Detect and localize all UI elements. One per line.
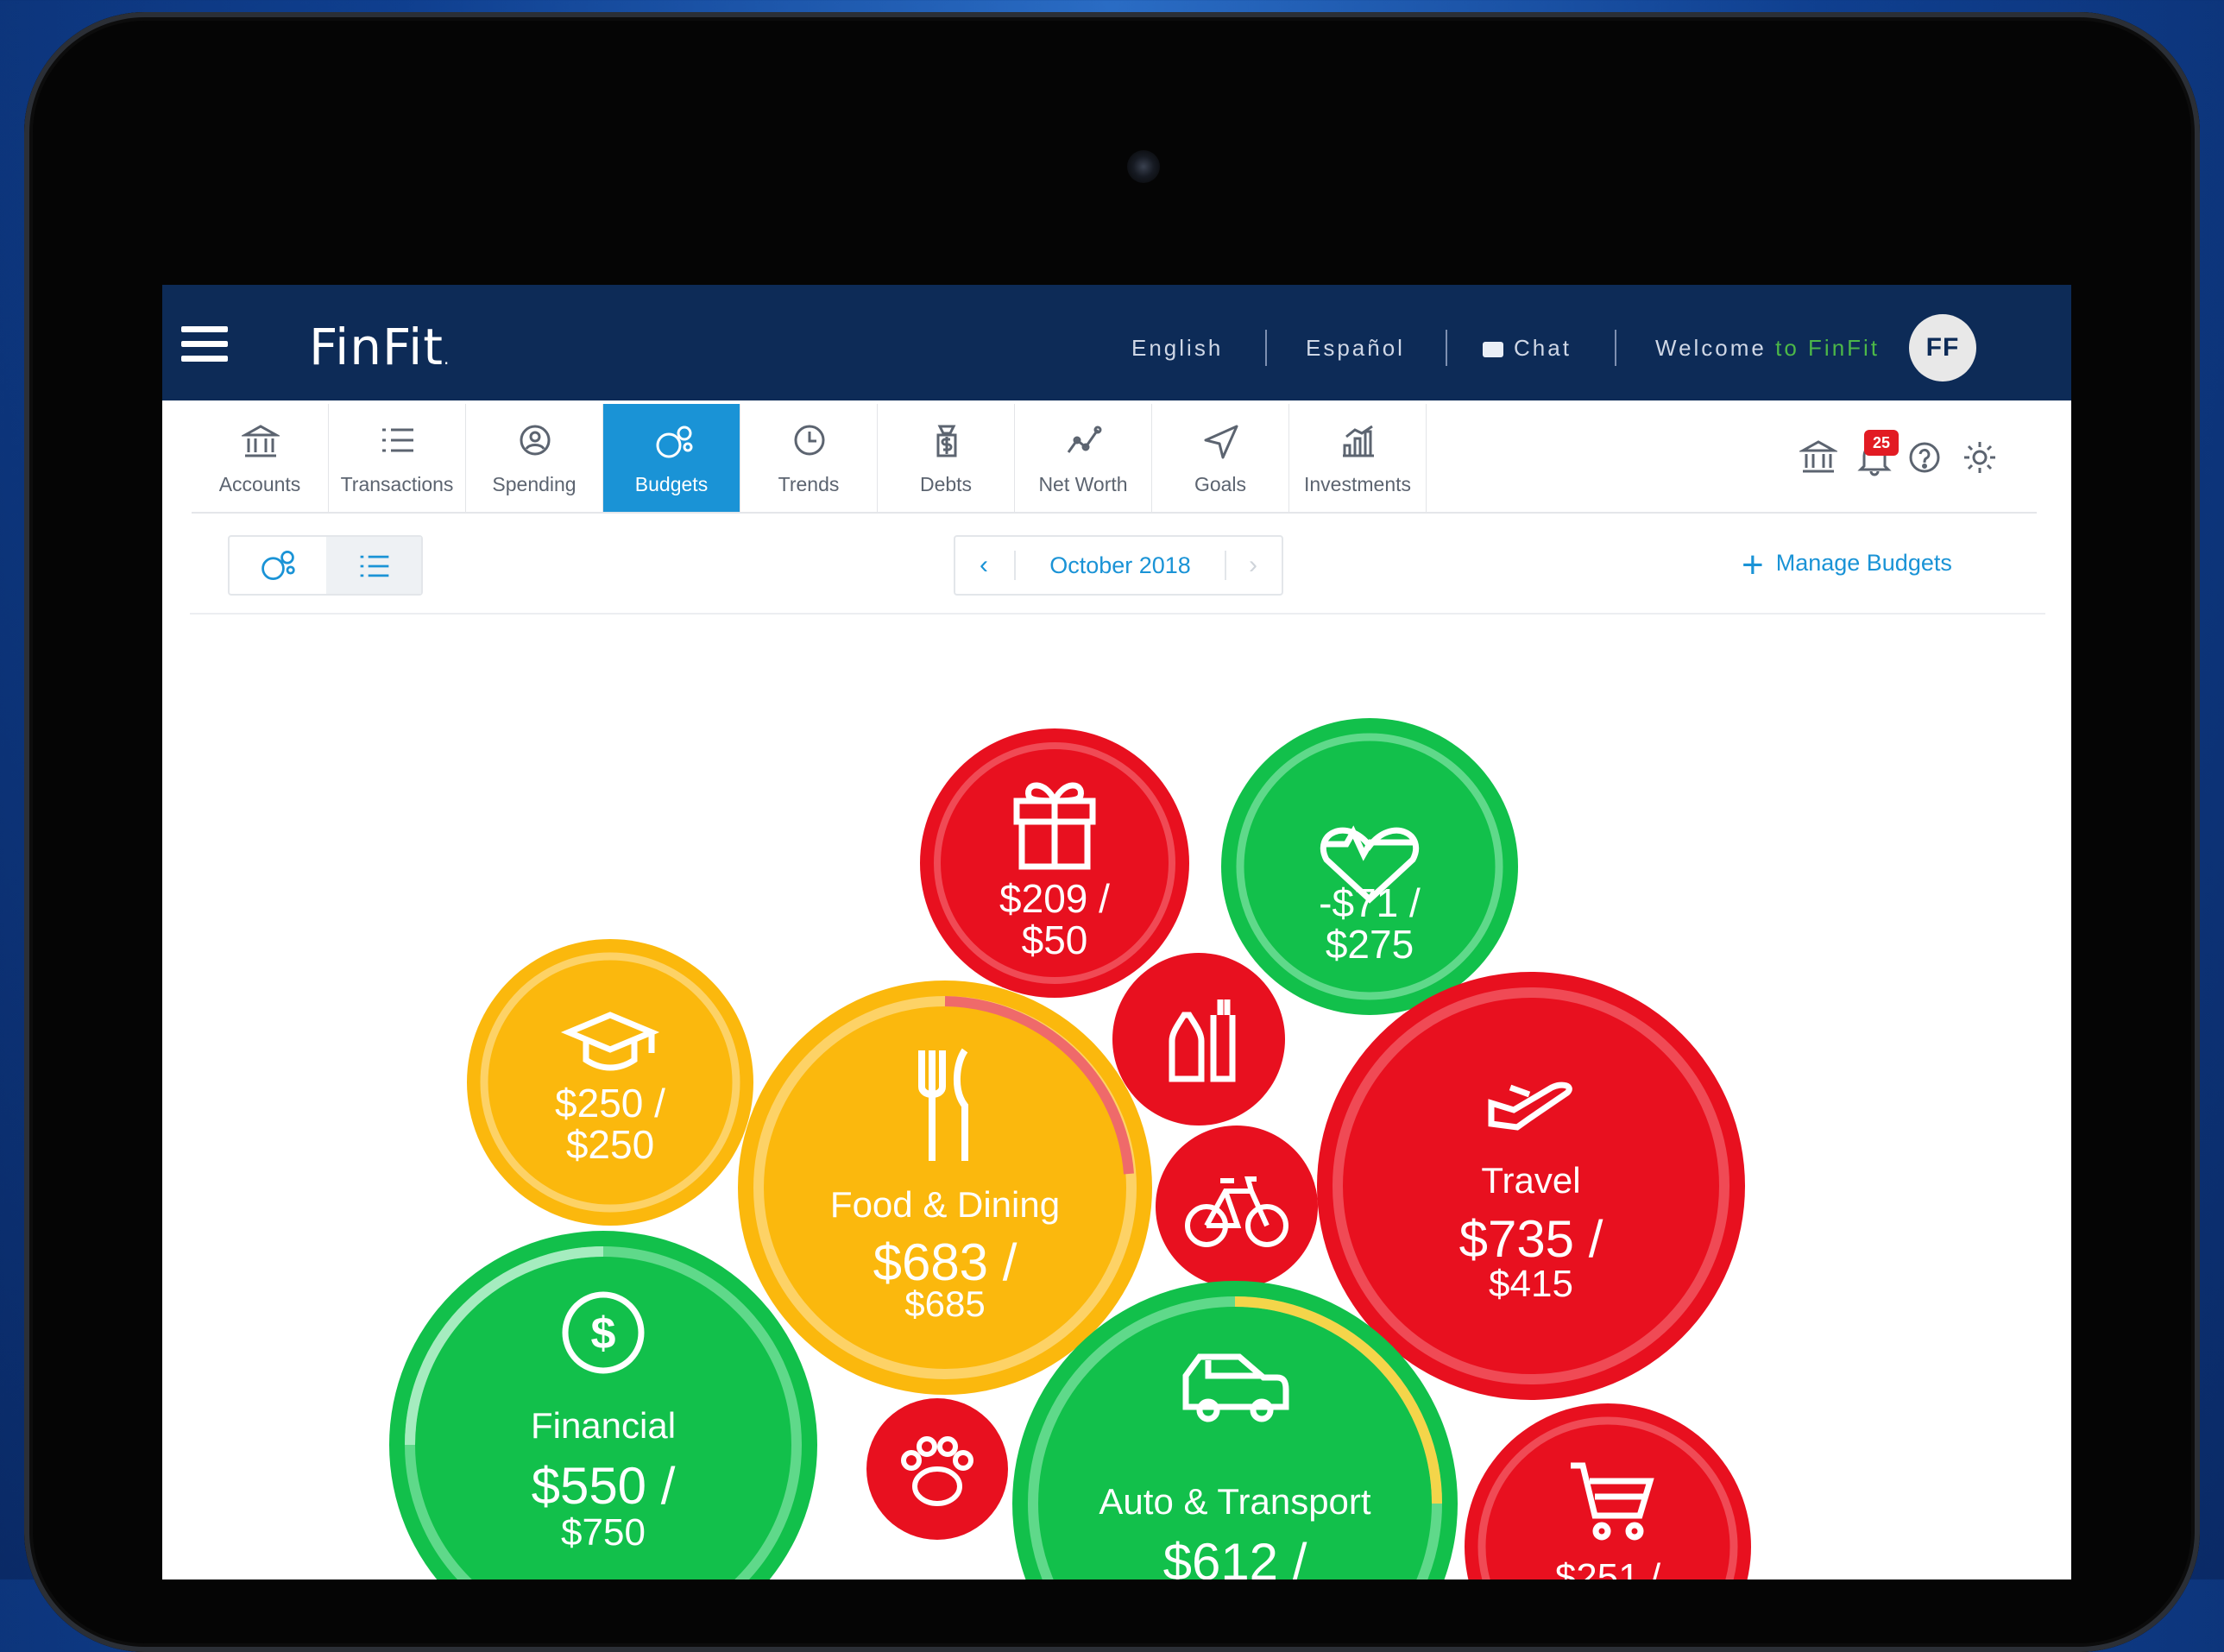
- budget-amount: $735 /: [1459, 1210, 1603, 1268]
- budget-name: Food & Dining: [830, 1184, 1060, 1225]
- budget-bubble-personal-care[interactable]: [1112, 953, 1285, 1126]
- budget-bubble-food-dining[interactable]: Food & Dining $683 / $685: [738, 980, 1152, 1395]
- budget-bubbles: $209 / $50 -$71 / $275 $250 / $250 Food …: [389, 718, 1751, 1579]
- budget-bubble-gifts[interactable]: $209 / $50: [920, 728, 1189, 998]
- budget-limit: $750: [561, 1511, 646, 1554]
- notification-badge: 25: [1864, 430, 1899, 456]
- budget-amount: $550 /: [532, 1457, 676, 1515]
- svg-text:$: $: [591, 1308, 616, 1359]
- budget-limit: $250: [566, 1122, 654, 1167]
- budget-bubble-shopping[interactable]: $251 /: [1465, 1403, 1751, 1579]
- budget-amount: $683 /: [873, 1233, 1017, 1291]
- budget-bubble-education[interactable]: $250 / $250: [467, 939, 753, 1226]
- budget-amount: -$71 /: [1319, 880, 1421, 925]
- budget-name: Travel: [1481, 1160, 1580, 1201]
- budget-bubble-sports[interactable]: [1156, 1126, 1318, 1288]
- budget-bubble-financial[interactable]: $ Financial $550 / $750: [389, 1231, 817, 1579]
- budget-amount: $250 /: [555, 1081, 665, 1126]
- budget-limit: $275: [1326, 922, 1414, 967]
- budget-name: Financial: [531, 1405, 676, 1446]
- budget-amount: $251 /: [1555, 1556, 1661, 1579]
- budget-amount: $209 /: [999, 876, 1110, 921]
- front-camera: [1127, 150, 1160, 183]
- budget-limit: $685: [904, 1283, 985, 1324]
- budget-limit: $415: [1489, 1263, 1573, 1305]
- budget-limit: $50: [1022, 917, 1088, 962]
- budget-bubble-health[interactable]: -$71 / $275: [1221, 718, 1518, 1015]
- app-screen: FinFit. English Español Chat Welcome to …: [162, 285, 2071, 1579]
- budget-amount: $612 /: [1163, 1533, 1307, 1579]
- budget-name: Auto & Transport: [1099, 1481, 1370, 1522]
- budget-bubble-pets[interactable]: [866, 1398, 1008, 1540]
